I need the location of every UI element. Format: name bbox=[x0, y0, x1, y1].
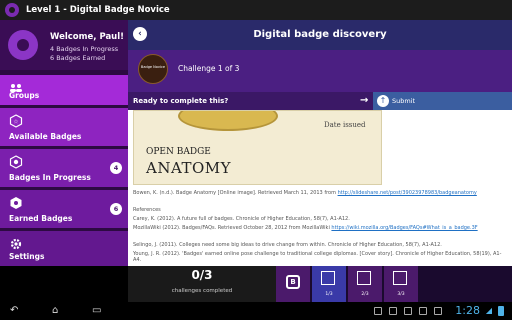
reference-item: Carey, K. (2012). A future full of badge… bbox=[133, 216, 508, 222]
wifi-icon: ◢ bbox=[485, 306, 492, 315]
main-panel: ‹ Digital badge discovery Badge Novice C… bbox=[128, 20, 512, 266]
app-root: Level 1 - Digital Badge Novice Welcome, … bbox=[0, 0, 512, 320]
challenge-step-1[interactable]: 1/3 bbox=[312, 266, 346, 302]
sidebar-item-settings[interactable]: Settings bbox=[0, 231, 128, 266]
ready-prompt-text: Ready to complete this? bbox=[133, 97, 229, 105]
sidebar-item-earned-badges[interactable]: 6 Earned Badges bbox=[0, 190, 128, 228]
challenge-step-3[interactable]: 3/3 bbox=[384, 266, 418, 302]
badges-in-progress-count: 4 Badges In Progress bbox=[50, 45, 119, 53]
badge-outline-icon: ☆ bbox=[9, 114, 23, 128]
completed-count: 0/3 bbox=[191, 268, 213, 282]
sidebar-item-label: Earned Badges bbox=[9, 214, 73, 223]
sidebar-item-label: Available Badges bbox=[9, 132, 82, 141]
reference-text: Selingo, J. (2011). Colleges need some b… bbox=[133, 242, 442, 248]
step-label: 2/3 bbox=[361, 292, 369, 297]
badge-earned-icon bbox=[10, 197, 22, 209]
back-nav-icon[interactable]: ↶ bbox=[10, 305, 18, 317]
sidebar-item-badges-in-progress[interactable]: 4 Badges In Progress bbox=[0, 149, 128, 187]
reference-text: References bbox=[133, 207, 161, 213]
sidebar-item-label: Settings bbox=[9, 252, 45, 261]
avatar[interactable] bbox=[8, 30, 38, 60]
main-header: ‹ Digital badge discovery bbox=[128, 20, 512, 50]
challenge-content[interactable]: Date issued OPEN BADGE ANATOMY Bowen, K.… bbox=[128, 110, 512, 266]
reference-item: Young, J. R. (2012). 'Badges' earned onl… bbox=[133, 251, 508, 263]
completed-label: challenges completed bbox=[171, 288, 233, 294]
sidebar: Welcome, Paul! 4 Badges In Progress 6 Ba… bbox=[0, 20, 128, 266]
checkbox-icon bbox=[321, 271, 335, 285]
image-title-line1: OPEN BADGE bbox=[146, 147, 211, 157]
reference-text: Young, J. R. (2012). 'Badges' earned onl… bbox=[133, 251, 502, 263]
action-bar: Level 1 - Digital Badge Novice bbox=[0, 0, 512, 20]
submit-label: Submit bbox=[392, 97, 416, 105]
notification-icon bbox=[404, 307, 412, 315]
reference-text: Bowen, K. (n.d.). Badge Anatomy [Online … bbox=[133, 190, 338, 196]
image-date-issued-text: Date issued bbox=[324, 121, 366, 129]
reference-item: MozillaWiki (2012). Badges/FAQs. Retriev… bbox=[133, 225, 508, 231]
profile-panel: Welcome, Paul! 4 Badges In Progress 6 Ba… bbox=[0, 20, 128, 70]
notification-icon bbox=[419, 307, 427, 315]
status-clock: 1:28 bbox=[455, 304, 480, 317]
home-nav-icon[interactable]: ⌂ bbox=[52, 305, 58, 317]
system-nav-bar: ↶ ⌂ ▭ 1:28 ◢ bbox=[0, 302, 512, 320]
badge-thumbnail: Badge Novice bbox=[138, 54, 168, 84]
arrow-right-icon[interactable]: → bbox=[360, 92, 368, 110]
challenge-band: Badge Novice Challenge 1 of 3 bbox=[128, 50, 512, 92]
ready-prompt-bar[interactable]: Ready to complete this? → bbox=[128, 92, 373, 110]
reference-link[interactable]: http://slideshare.net/post/39023978983/b… bbox=[338, 190, 477, 196]
image-title-line2: ANATOMY bbox=[146, 159, 232, 177]
recent-apps-icon[interactable]: ▭ bbox=[92, 305, 101, 317]
badge-illustration bbox=[178, 111, 278, 131]
badge-thumbnail-label: Badge Novice bbox=[140, 65, 166, 69]
cloud-upload-icon: ↑ bbox=[377, 95, 389, 107]
sidebar-item-available-badges[interactable]: ☆ Available Badges bbox=[0, 108, 128, 146]
step-label: 1/3 bbox=[325, 292, 333, 297]
step-label: 3/3 bbox=[397, 292, 405, 297]
gear-icon bbox=[10, 238, 22, 250]
references-heading: References bbox=[133, 207, 508, 213]
in-progress-count-badge: 4 bbox=[110, 162, 122, 174]
reference-text: Carey, K. (2012). A future full of badge… bbox=[133, 216, 350, 222]
checkbox-icon bbox=[357, 271, 371, 285]
checkbox-icon bbox=[393, 271, 407, 285]
badge-hex-icon: B bbox=[286, 275, 300, 289]
challenge-step-2[interactable]: 2/3 bbox=[348, 266, 382, 302]
reference-link[interactable]: https://wiki.mozilla.org/Badges/FAQs#Wha… bbox=[331, 225, 477, 231]
challenge-progress-bar: 0/3 challenges completed B 1/3 2/3 3/3 bbox=[128, 266, 512, 302]
challenge-counter: Challenge 1 of 3 bbox=[178, 64, 240, 73]
app-logo-icon[interactable] bbox=[5, 3, 19, 17]
badges-earned-count: 6 Badges Earned bbox=[50, 54, 106, 62]
svg-text:☆: ☆ bbox=[13, 119, 18, 126]
battery-icon bbox=[498, 306, 504, 316]
sidebar-item-label: Groups bbox=[9, 91, 40, 100]
page-title: Digital badge discovery bbox=[253, 29, 387, 40]
completed-count-box: 0/3 challenges completed bbox=[128, 266, 276, 302]
notification-icon bbox=[389, 307, 397, 315]
earned-count-badge: 6 bbox=[110, 203, 122, 215]
reference-item: Bowen, K. (n.d.). Badge Anatomy [Online … bbox=[133, 190, 508, 196]
badge-progress-icon bbox=[9, 155, 23, 169]
submit-button[interactable]: ↑ Submit bbox=[373, 92, 512, 110]
badge-step-button[interactable]: B bbox=[276, 266, 310, 302]
welcome-text: Welcome, Paul! bbox=[50, 32, 125, 42]
badge-anatomy-image: Date issued OPEN BADGE ANATOMY bbox=[133, 110, 382, 185]
reference-text: MozillaWiki (2012). Badges/FAQs. Retriev… bbox=[133, 225, 332, 231]
app-title: Level 1 - Digital Badge Novice bbox=[26, 5, 170, 15]
notification-icon bbox=[374, 307, 382, 315]
sidebar-item-groups[interactable]: Groups bbox=[0, 75, 128, 105]
reference-item: Selingo, J. (2011). Colleges need some b… bbox=[133, 242, 508, 248]
notification-icon bbox=[434, 307, 442, 315]
sidebar-item-label: Badges In Progress bbox=[9, 173, 91, 182]
